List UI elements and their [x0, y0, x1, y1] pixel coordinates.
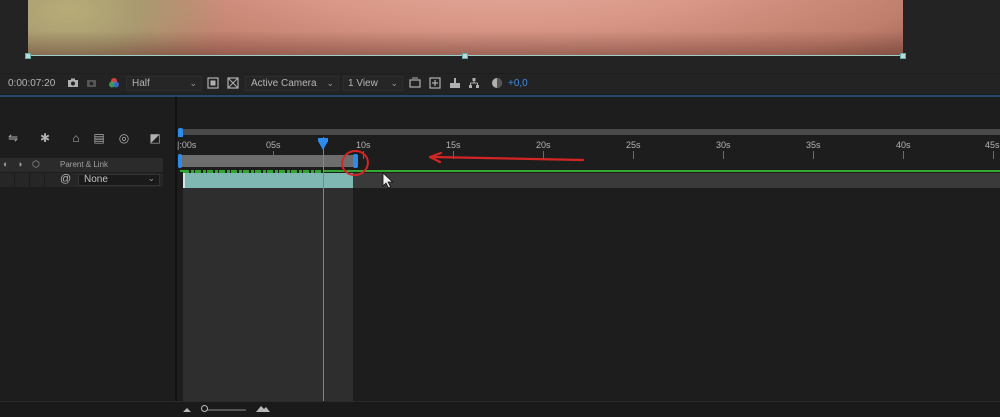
chevron-down-icon: ⌄ — [390, 78, 398, 88]
frame-blending-icon[interactable]: ▤ — [92, 131, 106, 145]
ruler-label: 30s — [716, 140, 731, 150]
layer-in-point[interactable] — [183, 173, 185, 188]
time-graph[interactable]: |:00s 05s 10s 15s 20s 25s 30s 35s 40s 45… — [177, 97, 1000, 417]
view-layout-value: 1 View — [348, 78, 378, 89]
ruler-label: 15s — [446, 140, 461, 150]
parent-link-header: Parent & Link — [60, 160, 109, 169]
composition-viewer[interactable] — [0, 0, 1000, 73]
comp-flowchart-icon[interactable]: ⇋ — [6, 131, 20, 145]
exposure-value[interactable]: +0,0 — [508, 78, 528, 89]
ruler-label: |:00s — [177, 140, 197, 150]
viewer-toolbar: 0:00:07:20 Half ⌄ Active Camera ⌄ 1 View… — [0, 74, 1000, 94]
visibility-toggle[interactable] — [0, 173, 15, 187]
show-snapshot-icon[interactable] — [86, 77, 98, 89]
resolution-dropdown[interactable]: Half ⌄ — [126, 76, 202, 91]
transform-handle-bottom-right[interactable] — [900, 53, 906, 59]
ruler-tick — [633, 151, 634, 159]
layer-duration-bar[interactable] — [183, 173, 353, 188]
solo-toggle[interactable] — [30, 173, 45, 187]
transform-handle-bottom-center[interactable] — [462, 53, 468, 59]
ruler-tick — [903, 151, 904, 159]
ruler-label: 10s — [356, 140, 371, 150]
work-area-start-handle[interactable] — [178, 154, 182, 168]
chevron-down-icon: ⌄ — [326, 78, 334, 88]
ruler-tick — [813, 151, 814, 159]
chevron-down-icon: ⌄ — [189, 78, 197, 88]
layer-track-background — [353, 173, 1000, 188]
ruler-tick — [993, 151, 994, 159]
timeline-footer — [0, 401, 1000, 417]
ruler-label: 45s — [985, 140, 1000, 150]
motion-blur-icon[interactable]: ◎ — [117, 131, 131, 145]
region-of-interest-icon[interactable] — [207, 77, 219, 89]
view-layout-dropdown[interactable]: 1 View ⌄ — [343, 76, 403, 91]
frame-shading — [28, 0, 903, 56]
mouse-cursor-icon — [382, 172, 394, 189]
layer-outline-panel: ⇋ ✱ ⌂ ▤ ◎ ◩ ◐ ◑ ⬡ Parent & Link @ None ⌄ — [0, 97, 177, 417]
mask-icon[interactable]: ◑ — [17, 159, 22, 169]
camera-icon[interactable] — [67, 77, 79, 89]
graph-editor-icon[interactable]: ◩ — [148, 131, 162, 145]
shy-layers-icon[interactable]: ⌂ — [69, 131, 83, 145]
parent-dropdown[interactable]: None ⌄ — [78, 173, 160, 186]
layer-row[interactable]: @ None ⌄ — [0, 173, 163, 187]
current-time-display[interactable]: 0:00:07:20 — [8, 78, 55, 89]
ruler-tick — [723, 151, 724, 159]
3d-icon[interactable]: ⬡ — [32, 159, 40, 170]
work-area-bar[interactable] — [179, 155, 356, 167]
fast-previews-icon[interactable] — [429, 77, 441, 89]
toggle-pixel-aspect-icon[interactable] — [409, 77, 421, 89]
column-header: ◐ ◑ ⬡ Parent & Link — [0, 158, 163, 172]
parent-value: None — [84, 174, 108, 185]
ruler-label: 40s — [896, 140, 911, 150]
pick-whip-icon[interactable]: @ — [60, 173, 71, 185]
ruler-label: 35s — [806, 140, 821, 150]
exposure-reset-icon[interactable] — [491, 77, 503, 89]
zoom-slider-track[interactable] — [206, 409, 246, 411]
transparency-grid-icon[interactable] — [227, 77, 239, 89]
ruler-label: 05s — [266, 140, 281, 150]
composition-frame-image — [28, 0, 903, 56]
chevron-down-icon: ⌄ — [147, 173, 155, 183]
camera-view-dropdown[interactable]: Active Camera ⌄ — [245, 76, 339, 91]
timeline-panel: ⇋ ✱ ⌂ ▤ ◎ ◩ ◐ ◑ ⬡ Parent & Link @ None ⌄… — [0, 97, 1000, 417]
time-navigator-start-handle[interactable] — [178, 128, 183, 137]
current-time-indicator-pointer[interactable] — [318, 141, 328, 150]
ruler-label: 20s — [536, 140, 551, 150]
annotation-arrow — [428, 152, 585, 164]
time-navigator-bar[interactable] — [181, 129, 1000, 135]
resolution-value: Half — [132, 78, 150, 89]
camera-view-value: Active Camera — [251, 78, 317, 89]
ruler-label: 25s — [626, 140, 641, 150]
mountain-small-icon[interactable] — [182, 404, 192, 414]
transform-handle-bottom-left[interactable] — [25, 53, 31, 59]
audio-toggle[interactable] — [15, 173, 30, 187]
channel-icon[interactable] — [108, 77, 120, 89]
zoom-slider-knob[interactable] — [201, 405, 208, 412]
switch-icon[interactable]: ◐ — [3, 159, 8, 169]
flowchart-icon[interactable] — [468, 77, 480, 89]
current-time-indicator-line[interactable] — [323, 137, 324, 401]
timeline-icon[interactable] — [449, 77, 461, 89]
draft-3d-icon[interactable]: ✱ — [38, 131, 52, 145]
mountain-large-icon[interactable] — [255, 403, 271, 415]
work-area-shading — [183, 188, 353, 402]
